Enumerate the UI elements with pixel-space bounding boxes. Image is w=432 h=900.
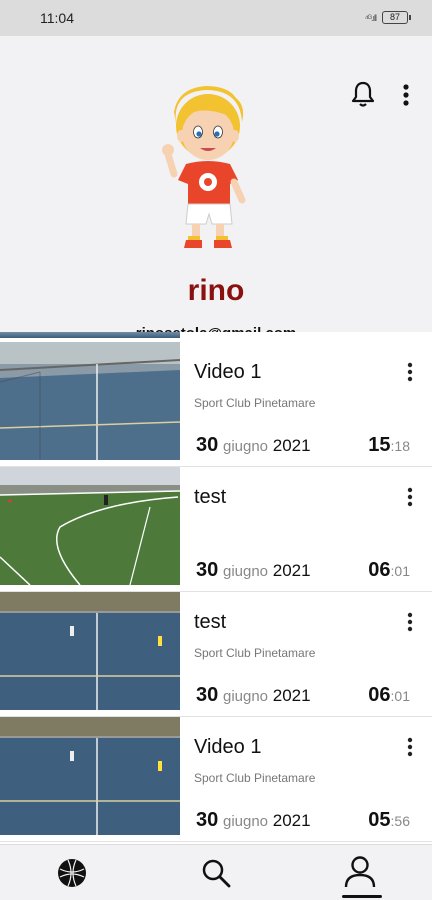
search-icon[interactable]	[200, 857, 232, 889]
video-date: 30 giugno 2021	[196, 559, 311, 582]
more-vertical-icon[interactable]	[402, 360, 418, 384]
bottom-nav	[0, 844, 432, 900]
video-thumbnail-partial	[0, 332, 180, 338]
active-tab-indicator	[342, 895, 382, 898]
avatar	[162, 86, 246, 248]
date-month: giugno	[222, 438, 269, 455]
time-hour: 05	[368, 809, 391, 831]
time-hour: 06	[368, 684, 391, 706]
video-date: 30 giugno 2021	[196, 809, 311, 832]
video-time: 06:01	[368, 559, 410, 581]
video-club: Sport Club Pinetamare	[194, 771, 316, 785]
status-time: 11:04	[40, 10, 74, 26]
bell-icon[interactable]	[350, 80, 376, 108]
more-vertical-icon[interactable]	[402, 735, 418, 759]
list-item[interactable]: test 30 giugno 2021 06:01	[0, 467, 432, 592]
date-month: giugno	[222, 563, 269, 580]
video-club: Sport Club Pinetamare	[194, 646, 316, 660]
video-title[interactable]: test	[194, 486, 226, 509]
time-minute: 01	[394, 563, 410, 579]
video-time: 06:01	[368, 684, 410, 706]
battery-icon: 87	[382, 11, 411, 24]
date-year: 2021	[272, 436, 311, 455]
more-vertical-icon[interactable]	[402, 485, 418, 509]
date-day: 30	[196, 434, 219, 456]
list-item[interactable]: test Sport Club Pinetamare 30 giugno 202…	[0, 592, 432, 717]
video-date: 30 giugno 2021	[196, 434, 311, 457]
username: rino	[187, 274, 245, 307]
time-minute: 01	[394, 688, 410, 704]
date-year: 2021	[272, 561, 311, 580]
video-thumbnail[interactable]	[0, 467, 180, 585]
video-thumbnail[interactable]	[0, 342, 180, 460]
video-thumbnail[interactable]	[0, 592, 180, 710]
date-day: 30	[196, 559, 219, 581]
video-date: 30 giugno 2021	[196, 684, 311, 707]
video-thumbnail[interactable]	[0, 717, 180, 835]
date-month: giugno	[222, 813, 269, 830]
more-vertical-icon[interactable]	[398, 82, 414, 108]
date-year: 2021	[272, 811, 311, 830]
status-bar: 11:04 ⁴ᴳ.ıll 87	[0, 0, 432, 36]
time-minute: 56	[394, 813, 410, 829]
video-title[interactable]: Video 1	[194, 736, 261, 759]
list-item[interactable]: Video 1 Sport Club Pinetamare 30 giugno …	[0, 342, 432, 467]
user-icon[interactable]	[342, 855, 378, 889]
list-item[interactable]: Video 1 Sport Club Pinetamare 30 giugno …	[0, 717, 432, 842]
date-year: 2021	[272, 686, 311, 705]
profile-header: rino rinosetola@gmail.com	[0, 36, 432, 342]
more-vertical-icon[interactable]	[402, 610, 418, 634]
video-title[interactable]: Video 1	[194, 361, 261, 384]
time-minute: 18	[394, 438, 410, 454]
time-hour: 06	[368, 559, 391, 581]
ball-icon[interactable]	[56, 857, 88, 889]
video-title[interactable]: test	[194, 611, 226, 634]
time-hour: 15	[368, 434, 391, 456]
status-icons: ⁴ᴳ.ıll 87	[364, 11, 411, 24]
video-club: Sport Club Pinetamare	[194, 396, 316, 410]
date-day: 30	[196, 809, 219, 831]
video-time: 05:56	[368, 809, 410, 831]
date-day: 30	[196, 684, 219, 706]
video-time: 15:18	[368, 434, 410, 456]
video-list[interactable]: Video 1 Sport Club Pinetamare 30 giugno …	[0, 332, 432, 844]
date-month: giugno	[222, 688, 269, 705]
signal-icon: ⁴ᴳ.ıll	[364, 12, 377, 23]
